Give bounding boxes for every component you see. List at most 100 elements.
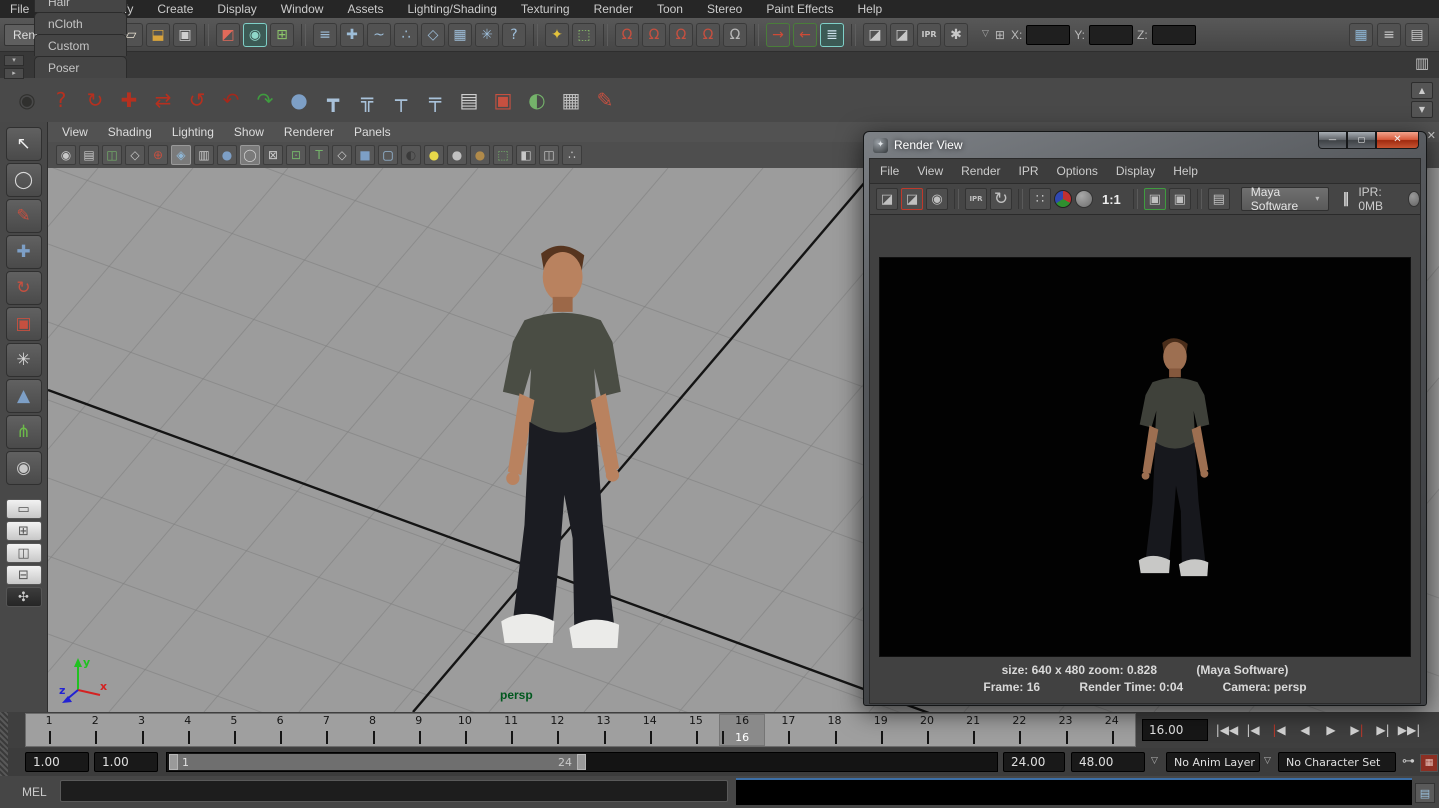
layout-single-pane[interactable]: ▭ <box>6 499 42 519</box>
cube-project-icon[interactable]: ▦ <box>556 85 586 115</box>
help-icon[interactable]: ? <box>46 85 76 115</box>
camera-bookmarks-icon[interactable]: ▤ <box>79 145 99 165</box>
select-component-icon[interactable]: ⊞ <box>270 23 294 47</box>
field-chart-icon[interactable]: ⊠ <box>263 145 283 165</box>
panel-close-icon[interactable]: ✕ <box>1427 130 1436 141</box>
magnet-point-icon[interactable]: Ω <box>669 23 693 47</box>
menu-lighting-shading[interactable]: Lighting/Shading <box>407 2 496 16</box>
trash-icon[interactable]: ▥ <box>1415 56 1429 71</box>
menu-file[interactable]: File <box>10 2 29 16</box>
command-line-input[interactable] <box>60 780 728 802</box>
joint-handle-icon[interactable]: ╤ <box>420 85 450 115</box>
timeline-frame-5[interactable]: 5 <box>211 714 257 746</box>
layout-custom[interactable]: ✣ <box>6 587 42 607</box>
timeline-frame-6[interactable]: 6 <box>257 714 303 746</box>
timeline-frame-19[interactable]: 19 <box>858 714 904 746</box>
maximize-button[interactable]: ▢ <box>1347 132 1376 149</box>
xray-select-icon[interactable]: ⬚ <box>493 145 513 165</box>
anim-layer-field[interactable]: No Anim Layer <box>1166 752 1260 772</box>
tool-settings-icon[interactable]: ≡ <box>1377 23 1401 47</box>
select-tool[interactable]: ↖ <box>6 127 42 161</box>
shelf-tab-custom[interactable]: Custom <box>34 34 127 56</box>
menu-assets[interactable]: Assets <box>347 2 383 16</box>
select-hierarchy-icon[interactable]: ◩ <box>216 23 240 47</box>
go-to-end-button[interactable]: ▶▶| <box>1396 718 1422 742</box>
snap-to-center-icon[interactable]: ✳ <box>475 23 499 47</box>
timeline-frame-3[interactable]: 3 <box>118 714 164 746</box>
refresh-render-icon[interactable]: ↻ <box>990 188 1012 210</box>
hypergraph-icon[interactable]: ▤ <box>454 85 484 115</box>
camera-attributes-icon[interactable]: ◉ <box>56 145 76 165</box>
timeline-frame-1[interactable]: 1 <box>26 714 72 746</box>
sphere-project-icon[interactable]: ◐ <box>522 85 552 115</box>
go-to-start-button[interactable]: |◀◀ <box>1214 718 1240 742</box>
keep-image-icon[interactable]: ▤ <box>1208 188 1230 210</box>
move-tool[interactable]: ✚ <box>6 235 42 269</box>
y-input[interactable] <box>1089 25 1133 45</box>
range-start-handle[interactable] <box>169 754 178 770</box>
soft-modification-tool[interactable]: ▲ <box>6 379 42 413</box>
snap-to-view-icon[interactable]: ▦ <box>448 23 472 47</box>
step-back-key-button[interactable]: |◀ <box>1266 718 1292 742</box>
ambient-light-icon[interactable]: ● <box>447 145 467 165</box>
render-view-menu-options[interactable]: Options <box>1057 164 1098 178</box>
attribute-editor-icon[interactable]: ▦ <box>1349 23 1373 47</box>
layout-persp-graph[interactable]: ⊟ <box>6 565 42 585</box>
film-reel-icon[interactable]: ◉ <box>12 85 42 115</box>
last-tool[interactable]: ◉ <box>6 451 42 485</box>
shelf-menu-arrow-icon[interactable]: ▾ <box>4 55 24 66</box>
undo-icon[interactable]: ↶ <box>216 85 246 115</box>
character-set-field[interactable]: No Character Set <box>1278 752 1396 772</box>
paint-effects-brush-icon[interactable]: ✎ <box>590 85 620 115</box>
playback-end-field[interactable]: 24.00 <box>1003 752 1065 772</box>
anim-layer-dropdown-icon[interactable]: ▽ <box>1151 757 1158 766</box>
range-end-handle[interactable] <box>577 754 586 770</box>
minimize-button[interactable]: — <box>1318 132 1347 149</box>
default-light-icon[interactable]: ● <box>424 145 444 165</box>
view-plane-icon[interactable]: ◇ <box>125 145 145 165</box>
step-forward-frame-button[interactable]: ▶| <box>1370 718 1396 742</box>
menu-display[interactable]: Display <box>217 2 256 16</box>
x-input[interactable] <box>1026 25 1070 45</box>
save-scene-icon[interactable]: ▣ <box>173 23 197 47</box>
command-line-output[interactable] <box>736 778 1412 805</box>
timeline-frame-10[interactable]: 10 <box>442 714 488 746</box>
isolate-cube-icon[interactable]: ◧ <box>516 145 536 165</box>
safe-action-icon[interactable]: ⊡ <box>286 145 306 165</box>
magnet-curve-icon[interactable]: Ω <box>642 23 666 47</box>
timeline-frame-24[interactable]: 24 <box>1089 714 1135 746</box>
cluster-icon[interactable]: ┳ <box>318 85 348 115</box>
joint-cluster-icon[interactable]: ┬ <box>386 85 416 115</box>
render-view-menu-help[interactable]: Help <box>1173 164 1198 178</box>
render-view-titlebar[interactable]: ✦ Render View — ▢ ✕ <box>869 132 1421 158</box>
play-forwards-button[interactable]: ▶ <box>1318 718 1344 742</box>
output-connections-icon[interactable]: ← <box>793 23 817 47</box>
render-canvas[interactable] <box>879 257 1411 657</box>
snap-to-points-icon[interactable]: ∴ <box>394 23 418 47</box>
wireframe-mode-icon[interactable]: ◇ <box>332 145 352 165</box>
channel-box-icon[interactable]: ▤ <box>1405 23 1429 47</box>
step-back-frame-button[interactable]: |◀ <box>1240 718 1266 742</box>
menu-stereo[interactable]: Stereo <box>707 2 742 16</box>
timeline-frame-7[interactable]: 7 <box>303 714 349 746</box>
open-render-view-icon[interactable]: ◪ <box>863 23 887 47</box>
lasso-tool[interactable]: ◯ <box>6 163 42 197</box>
menu-window[interactable]: Window <box>281 2 324 16</box>
multi-cube-icon[interactable]: ◫ <box>539 145 559 165</box>
scale-tool[interactable]: ▣ <box>6 307 42 341</box>
playback-start-field[interactable]: 1.00 <box>94 752 158 772</box>
use-all-lights-icon[interactable]: ◐ <box>401 145 421 165</box>
shelf-menu-arrow-icon[interactable]: ▸ <box>4 68 24 79</box>
construction-history-icon[interactable]: ≣ <box>820 23 844 47</box>
viewport-menu-lighting[interactable]: Lighting <box>172 125 214 139</box>
range-slider-track[interactable]: 1 24 <box>166 752 998 772</box>
snap-to-grids-icon[interactable]: ✚ <box>340 23 364 47</box>
current-time-field[interactable]: 16.00 <box>1142 719 1208 741</box>
smooth-shade-icon[interactable]: ■ <box>355 145 375 165</box>
camera-track-icon[interactable]: ✚ <box>114 85 144 115</box>
scroll-up-icon[interactable]: ▲ <box>1411 82 1433 99</box>
auto-keyframe-icon[interactable]: ▦ <box>1420 754 1438 772</box>
clear-image-icon[interactable]: ▣ <box>1169 188 1191 210</box>
viewport-menu-view[interactable]: View <box>62 125 88 139</box>
menu-create[interactable]: Create <box>157 2 193 16</box>
